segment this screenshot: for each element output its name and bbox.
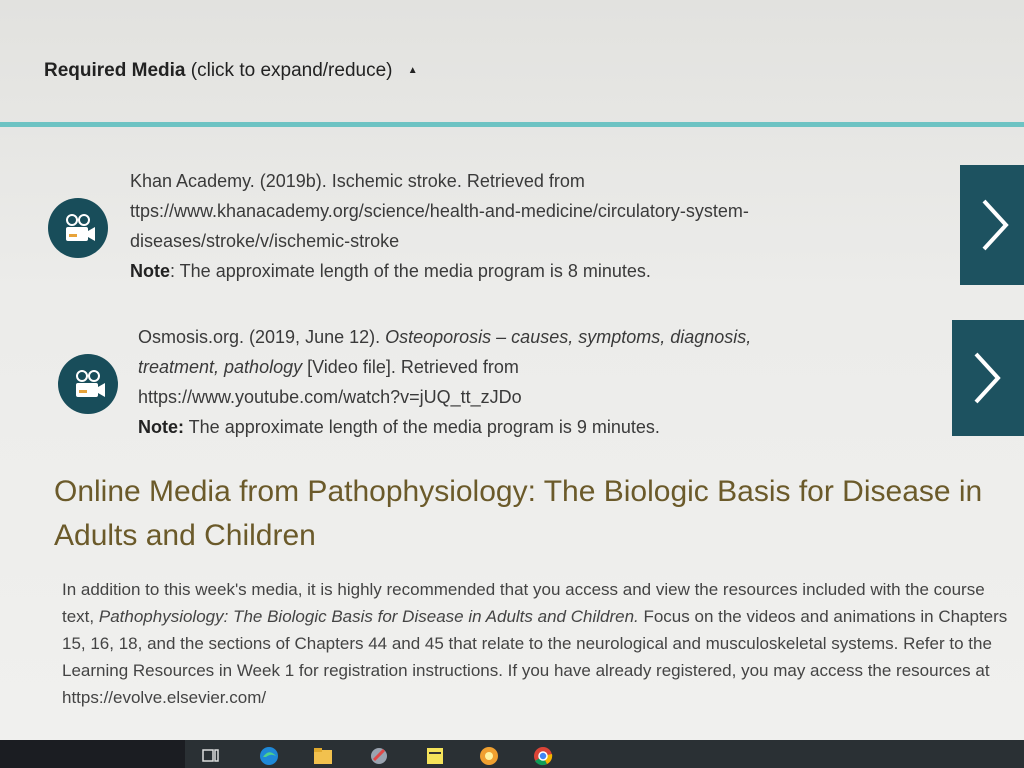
app-icon[interactable] bbox=[368, 744, 390, 766]
citation-format: [Video file]. Retrieved from bbox=[302, 357, 519, 377]
media-item-khan: Khan Academy. (2019b). Ischemic stroke. … bbox=[130, 166, 950, 286]
taskbar bbox=[0, 740, 1024, 768]
chevron-right-icon bbox=[982, 199, 1009, 251]
media-note: Note: The approximate length of the medi… bbox=[130, 256, 950, 286]
section-heading-line: Adults and Children bbox=[54, 519, 316, 552]
note-label: Note: bbox=[138, 417, 184, 437]
open-media-button[interactable] bbox=[952, 320, 1024, 436]
media-citation-line: Osmosis.org. (2019, June 12). Osteoporos… bbox=[138, 322, 948, 352]
media-citation-line: Khan Academy. (2019b). Ischemic stroke. … bbox=[130, 171, 585, 191]
open-media-button[interactable] bbox=[960, 165, 1024, 285]
citation-title: Osteoporosis – causes, symptoms, diagnos… bbox=[385, 327, 752, 347]
section-heading-line: Online Media from Pathophysiology: The B… bbox=[54, 475, 983, 508]
media-url-line[interactable]: ttps://www.khanacademy.org/science/healt… bbox=[130, 196, 950, 226]
collapse-caret-icon[interactable]: ▲ bbox=[408, 65, 418, 76]
book-title: Pathophysiology: The Biologic Basis for … bbox=[98, 607, 639, 626]
media-url-line[interactable]: diseases/stroke/v/ischemic-stroke bbox=[130, 226, 950, 256]
edge-icon[interactable] bbox=[258, 744, 280, 766]
video-camera-icon bbox=[58, 354, 118, 414]
chevron-right-icon bbox=[974, 352, 1001, 404]
video-camera-icon bbox=[48, 198, 108, 258]
instructions-paragraph: In addition to this week's media, it is … bbox=[62, 576, 1012, 711]
required-media-header[interactable]: Required Media (click to expand/reduce) … bbox=[44, 60, 418, 82]
page: Required Media (click to expand/reduce) … bbox=[0, 0, 1024, 740]
file-explorer-icon[interactable] bbox=[312, 744, 334, 766]
media-citation-line: treatment, pathology [Video file]. Retri… bbox=[138, 352, 948, 382]
note-label: Note bbox=[130, 261, 170, 281]
expand-hint: (click to expand/reduce) bbox=[190, 60, 393, 81]
note-text: The approximate length of the media prog… bbox=[184, 417, 660, 437]
media-note: Note: The approximate length of the medi… bbox=[138, 412, 948, 442]
taskbar-band bbox=[185, 740, 1024, 768]
citation-author: Osmosis.org. (2019, June 12). bbox=[138, 327, 386, 347]
task-view-icon[interactable] bbox=[200, 744, 222, 766]
chrome-icon[interactable] bbox=[532, 744, 554, 766]
note-text: : The approximate length of the media pr… bbox=[170, 261, 651, 281]
media-item-osmosis: Osmosis.org. (2019, June 12). Osteoporos… bbox=[138, 322, 948, 442]
notes-icon[interactable] bbox=[424, 744, 446, 766]
media-url-line[interactable]: https://www.youtube.com/watch?v=jUQ_tt_z… bbox=[138, 382, 948, 412]
section-divider bbox=[0, 122, 1024, 127]
citation-title: treatment, pathology bbox=[138, 357, 303, 377]
media-icon[interactable] bbox=[478, 744, 500, 766]
required-media-title: Required Media bbox=[44, 60, 186, 81]
section-heading: Online Media from Pathophysiology: The B… bbox=[54, 470, 1022, 558]
